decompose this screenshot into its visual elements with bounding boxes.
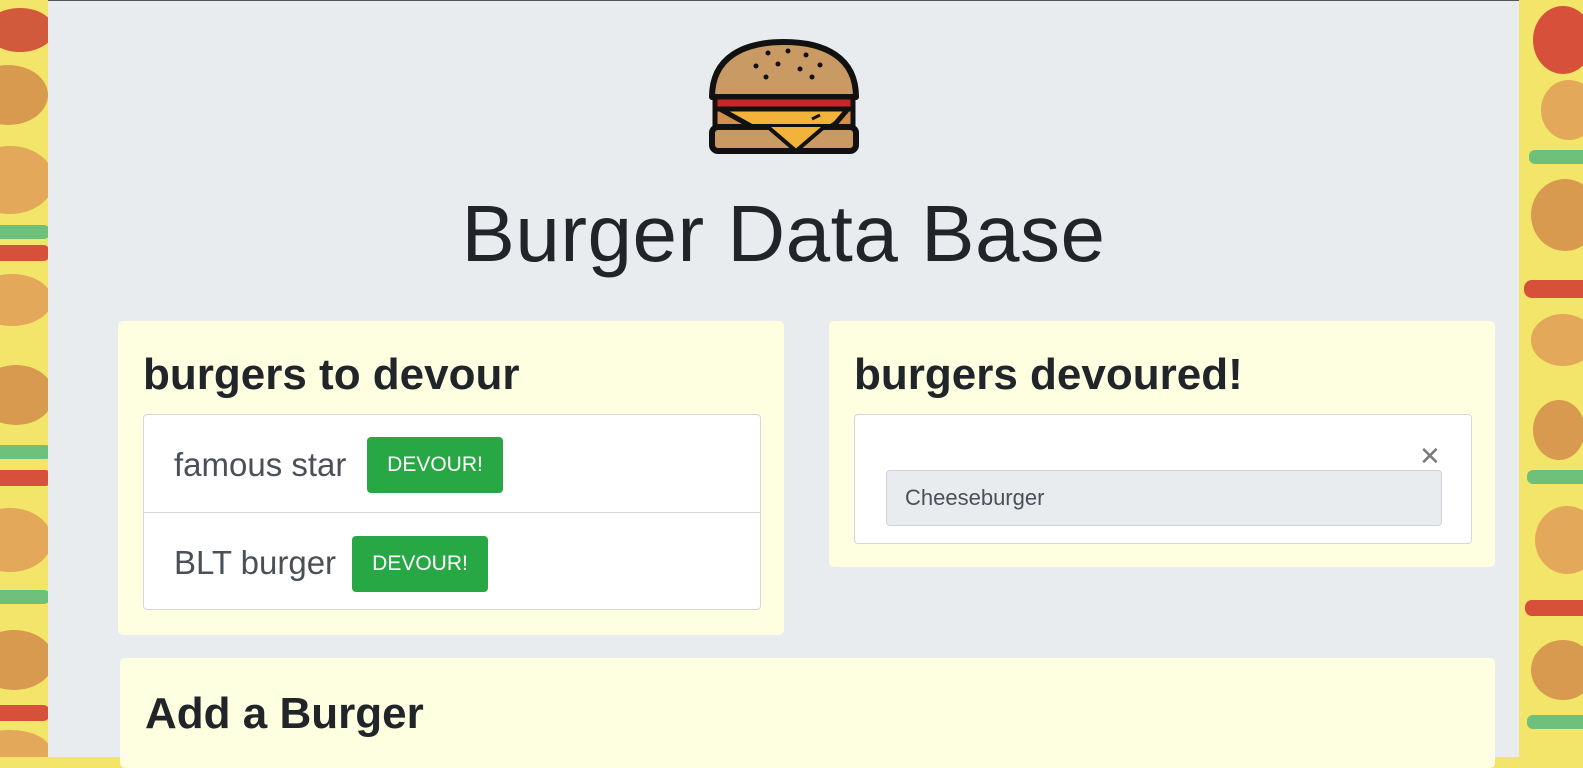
background-pattern-left [0, 0, 48, 757]
burger-icon [708, 39, 860, 161]
list-item: BLT burger DEVOUR! [144, 512, 760, 609]
devoured-panel: burgers devoured! ✕ [829, 321, 1495, 567]
add-burger-panel: Add a Burger [120, 658, 1495, 768]
devour-button[interactable]: DEVOUR! [367, 437, 503, 493]
list-item: famous star DEVOUR! [144, 415, 760, 512]
devour-button[interactable]: DEVOUR! [352, 536, 488, 592]
close-icon[interactable]: ✕ [1419, 441, 1441, 471]
page-title: Burger Data Base [461, 189, 1106, 278]
jumbotron: Burger Data Base burgers to devour famou… [48, 0, 1519, 768]
devoured-burger-field[interactable] [886, 470, 1442, 526]
to-devour-heading: burgers to devour [143, 350, 520, 399]
to-devour-panel: burgers to devour famous star DEVOUR! BL… [118, 321, 784, 635]
devoured-list: ✕ [854, 414, 1472, 544]
background-pattern-right [1519, 0, 1583, 757]
add-burger-heading: Add a Burger [145, 689, 424, 738]
devoured-heading: burgers devoured! [854, 350, 1243, 399]
burger-name: famous star [174, 446, 347, 483]
burger-name: BLT burger [174, 544, 337, 581]
to-devour-list: famous star DEVOUR! BLT burger DEVOUR! [143, 414, 761, 610]
